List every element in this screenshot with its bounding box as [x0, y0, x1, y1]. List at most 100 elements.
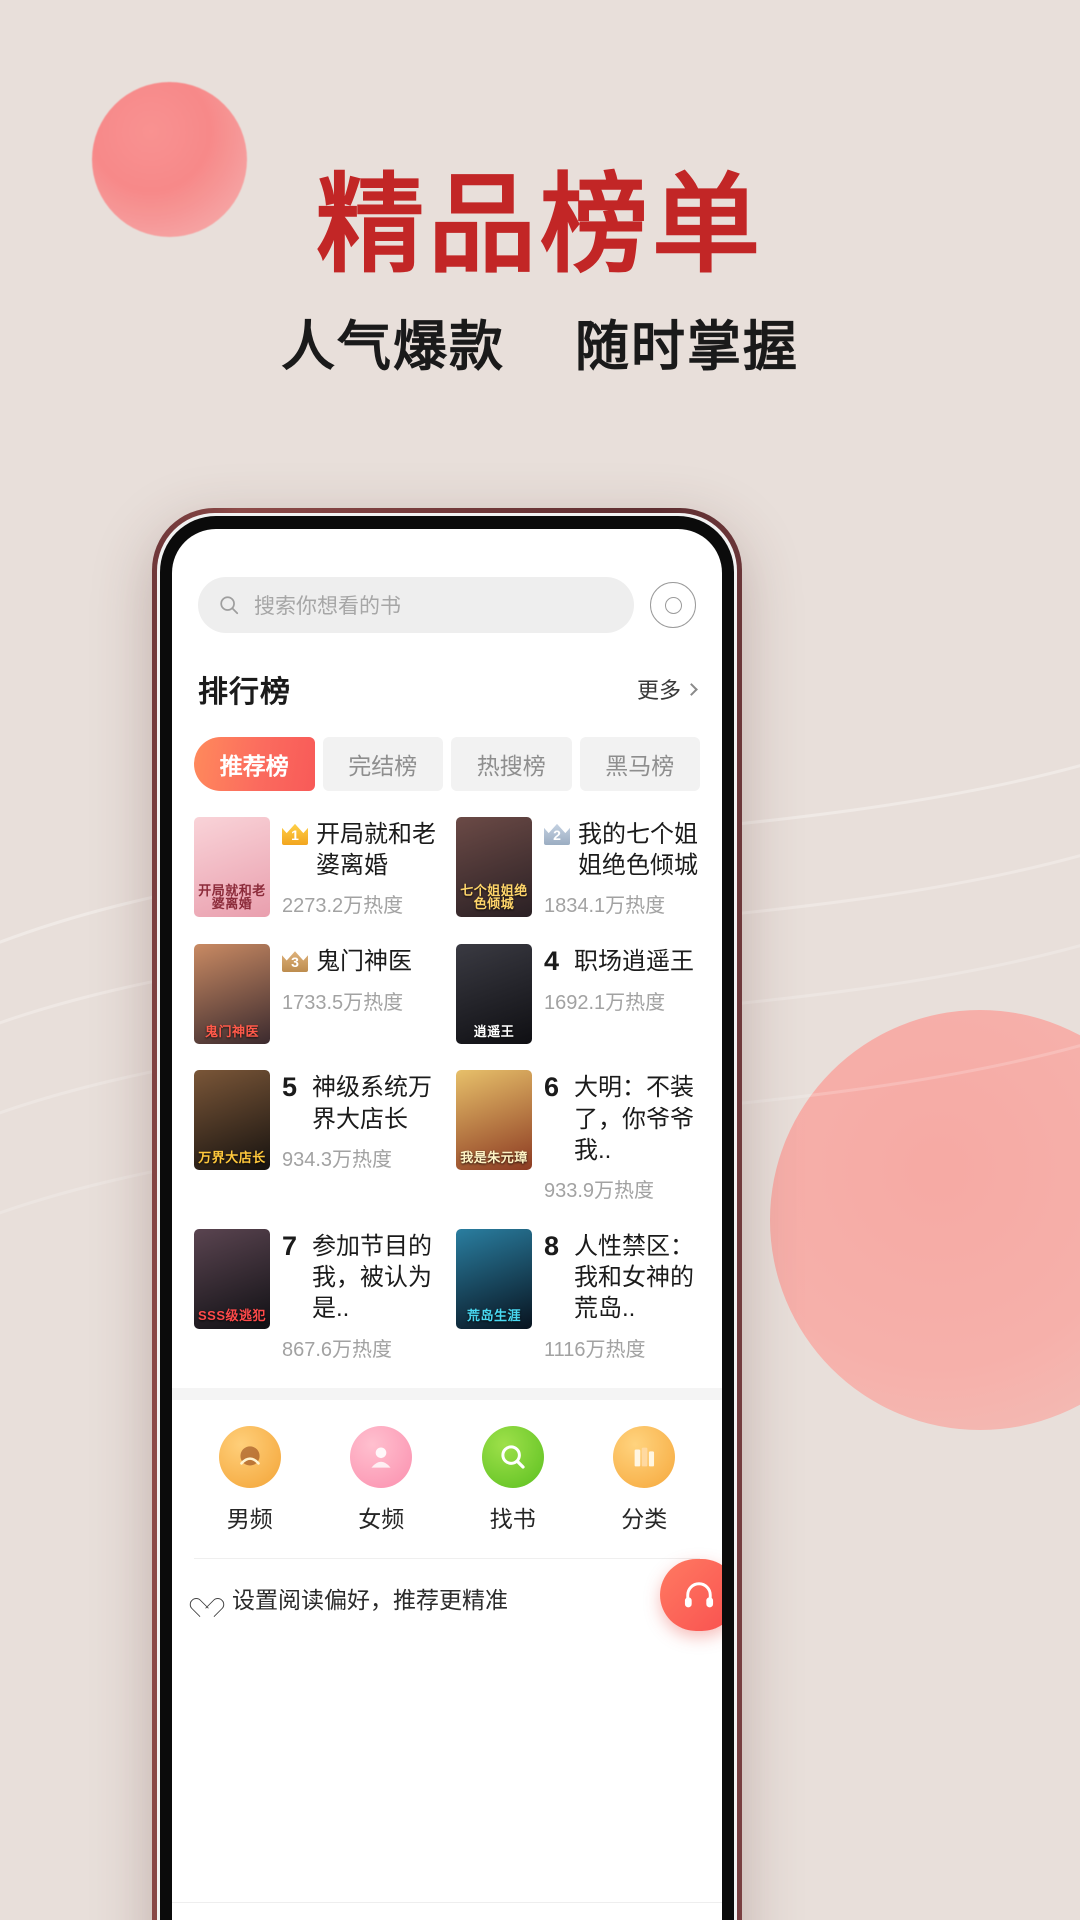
- rank-number: 8: [544, 1230, 560, 1261]
- quick-item-find[interactable]: 找书: [481, 1425, 544, 1534]
- book-cover-text: 万界大店长: [198, 1149, 266, 1165]
- book-heat: 934.3万热度: [282, 1148, 393, 1171]
- book-head: 3 鬼门神医: [282, 946, 438, 977]
- quick-category-row: 男频 女频 找书 分类: [172, 1400, 722, 1558]
- book-heat: 1733.5万热度: [282, 991, 404, 1014]
- book-list-item[interactable]: 逍遥王 4 职场逍遥王 1692.1万热度: [456, 944, 700, 1045]
- ranking-book-grid: 开局就和老婆离婚 1 开局就和老婆离婚 2273.2万热度 七个姐姐绝色倾城 2…: [172, 791, 722, 1362]
- tab-hotsearch[interactable]: 热搜榜: [451, 737, 572, 791]
- camera-scan-icon: [664, 596, 682, 614]
- page-subtitle: 人气爆款 随时掌握: [0, 317, 1080, 377]
- book-meta: 1 开局就和老婆离婚 2273.2万热度: [282, 817, 438, 918]
- book-cover[interactable]: 开局就和老婆离婚: [194, 817, 270, 917]
- camera-scan-button[interactable]: [650, 582, 696, 628]
- quick-item-label: 女频: [358, 1505, 405, 1532]
- reading-preference-banner[interactable]: 设置阅读偏好，推荐更精准: [194, 1557, 700, 1637]
- category-icon: [613, 1425, 676, 1488]
- search-input[interactable]: 搜索你想看的书: [198, 577, 634, 633]
- tab-completed[interactable]: 完结榜: [322, 737, 443, 791]
- book-meta: 8 人性禁区：我和女神的荒岛.. 1116万热度: [544, 1229, 700, 1362]
- book-title: 职场逍遥王: [574, 948, 694, 976]
- quick-item-label: 男频: [226, 1505, 273, 1532]
- book-title: 神级系统万界大店长: [312, 1074, 432, 1133]
- book-heat: 933.9万热度: [544, 1179, 655, 1202]
- book-list-item[interactable]: 荒岛生涯 8 人性禁区：我和女神的荒岛.. 1116万热度: [456, 1228, 700, 1362]
- book-cover-text: SSS级逃犯: [197, 1308, 266, 1324]
- quick-item-female[interactable]: 女频: [350, 1425, 413, 1534]
- rank-number: 6: [544, 1072, 560, 1103]
- search-icon: [220, 596, 239, 615]
- tab-label: 推荐榜: [219, 753, 289, 779]
- book-title: 大明：不装了，你爷爷我..: [574, 1074, 694, 1164]
- rank-number: 4: [544, 946, 560, 977]
- book-title: 人性禁区：我和女神的荒岛..: [574, 1232, 694, 1323]
- book-cover[interactable]: SSS级逃犯: [194, 1228, 270, 1329]
- book-list-item[interactable]: SSS级逃犯 7 参加节目的我，被认为是.. 867.6万热度: [194, 1228, 438, 1362]
- book-title: 鬼门神医: [316, 948, 412, 976]
- decorative-blob-bottom: [770, 1010, 1080, 1430]
- book-cover[interactable]: 逍遥王: [456, 944, 532, 1045]
- reading-preference-text: 设置阅读偏好，推荐更精准: [232, 1586, 508, 1613]
- tab-label: 热搜榜: [476, 753, 546, 779]
- book-list-item[interactable]: 开局就和老婆离婚 1 开局就和老婆离婚 2273.2万热度: [194, 817, 438, 918]
- headphones-icon: [684, 1582, 714, 1608]
- book-head: 4 职场逍遥王: [544, 946, 700, 977]
- quick-item-category[interactable]: 分类: [613, 1425, 676, 1534]
- ranking-more-label: 更多: [636, 678, 681, 703]
- subtitle-left: 人气爆款: [280, 317, 505, 377]
- ranking-more-link[interactable]: 更多: [636, 673, 698, 705]
- book-cover-text: 我是朱元璋: [460, 1149, 528, 1165]
- book-heat: 1834.1万热度: [544, 895, 666, 918]
- book-heat: 867.6万热度: [282, 1338, 393, 1361]
- book-meta: 3 鬼门神医 1733.5万热度: [282, 944, 438, 1014]
- book-cover[interactable]: 鬼门神医: [194, 944, 270, 1045]
- book-meta: 2 我的七个姐姐绝色倾城 1834.1万热度: [544, 817, 700, 918]
- rank-number: 3: [291, 954, 299, 971]
- rank-number: 7: [282, 1230, 298, 1261]
- book-title: 开局就和老婆离婚: [316, 821, 436, 880]
- section-divider: [172, 1387, 722, 1400]
- book-head: 1 开局就和老婆离婚: [282, 819, 438, 881]
- book-meta: 4 职场逍遥王 1692.1万热度: [544, 944, 700, 1014]
- search-placeholder: 搜索你想看的书: [254, 595, 401, 618]
- rank-badge-bronze: 3: [282, 950, 308, 973]
- quick-item-male[interactable]: 男频: [218, 1425, 281, 1534]
- quick-item-label: 找书: [489, 1505, 536, 1532]
- tab-label: 完结榜: [348, 753, 418, 779]
- book-title: 我的七个姐姐绝色倾城: [578, 821, 698, 880]
- book-title: 参加节目的我，被认为是..: [312, 1232, 432, 1323]
- book-head: 5 神级系统万界大店长: [282, 1072, 438, 1134]
- search-row: 搜索你想看的书: [172, 529, 722, 633]
- book-cover[interactable]: 七个姐姐绝色倾城: [456, 817, 532, 917]
- phone-bezel-highlight: 搜索你想看的书 排行榜 更多 推荐榜 完结榜 热搜榜 黑马榜 开局就和老婆离婚 …: [157, 513, 737, 1920]
- book-meta: 5 神级系统万界大店长 934.3万热度: [282, 1070, 438, 1171]
- book-meta: 6 大明：不装了，你爷爷我.. 933.9万热度: [544, 1070, 700, 1203]
- book-cover[interactable]: 荒岛生涯: [456, 1228, 532, 1329]
- book-head: 6 大明：不装了，你爷爷我..: [544, 1072, 700, 1166]
- book-cover[interactable]: 万界大店长: [194, 1070, 270, 1171]
- bottom-navigation: 推荐 书城: [172, 1902, 722, 1920]
- audio-player-fab[interactable]: [660, 1559, 722, 1631]
- subtitle-right: 随时掌握: [575, 317, 800, 377]
- book-list-item[interactable]: 鬼门神医 3 鬼门神医 1733.5万热度: [194, 944, 438, 1045]
- book-cover-text: 鬼门神医: [204, 1023, 259, 1039]
- book-list-item[interactable]: 我是朱元璋 6 大明：不装了，你爷爷我.. 933.9万热度: [456, 1070, 700, 1203]
- tab-label: 黑马榜: [605, 753, 675, 779]
- tab-recommend[interactable]: 推荐榜: [194, 737, 315, 791]
- magnifier-glyph-icon: [501, 1444, 525, 1469]
- book-list-item[interactable]: 万界大店长 5 神级系统万界大店长 934.3万热度: [194, 1070, 438, 1203]
- book-heat: 2273.2万热度: [282, 895, 404, 918]
- book-heat: 1692.1万热度: [544, 991, 666, 1014]
- book-list-item[interactable]: 七个姐姐绝色倾城 2 我的七个姐姐绝色倾城 1834.1万热度: [456, 817, 700, 918]
- quick-item-label: 分类: [621, 1505, 668, 1532]
- tab-darkhorse[interactable]: 黑马榜: [579, 737, 700, 791]
- book-cover[interactable]: 我是朱元璋: [456, 1070, 532, 1171]
- book-head: 2 我的七个姐姐绝色倾城: [544, 819, 700, 881]
- book-cover-text: 开局就和老婆离婚: [198, 882, 266, 912]
- book-cover-text: 荒岛生涯: [466, 1308, 521, 1324]
- book-heat: 1116万热度: [544, 1338, 646, 1361]
- rank-badge-silver: 2: [544, 823, 570, 845]
- page-title: 精品榜单: [315, 164, 764, 285]
- female-glyph-icon: [371, 1446, 391, 1468]
- rank-number: 1: [291, 827, 299, 843]
